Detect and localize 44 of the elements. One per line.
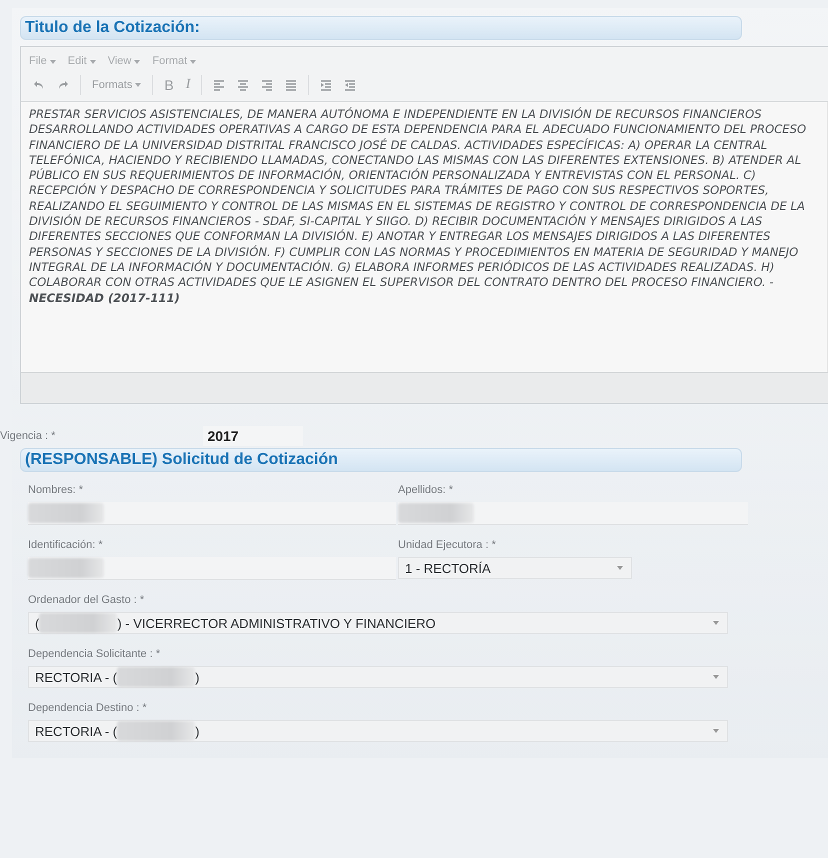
bold-button[interactable]: B <box>160 75 178 95</box>
select-field[interactable]: 1 - RECTORÍA <box>398 557 632 579</box>
rich-text-editor[interactable] <box>20 46 828 404</box>
caret-icon <box>90 60 96 64</box>
field-label: Apellidos: * <box>398 484 454 496</box>
field-label: Dependencia Destino : * <box>28 702 148 714</box>
menu-item[interactable]: File <box>29 55 56 67</box>
field-label: Ordenador del Gasto : * <box>28 594 146 606</box>
align-left-icon <box>213 79 226 91</box>
undo-icon <box>33 79 45 91</box>
field-label: Vigencia : * <box>0 430 56 442</box>
align-center-icon <box>237 79 250 91</box>
caret-icon <box>190 60 196 64</box>
menu-item[interactable]: View <box>108 55 140 67</box>
text-field[interactable] <box>398 502 748 525</box>
field-label: Unidad Ejecutora : * <box>398 539 497 551</box>
outdent-icon <box>320 79 332 91</box>
field-label: Nombres: * <box>28 484 84 496</box>
indent-icon <box>344 79 356 91</box>
justify-icon <box>285 79 298 91</box>
italic-button[interactable]: I <box>182 75 194 95</box>
caret-icon <box>713 621 719 625</box>
text-field[interactable] <box>28 502 396 525</box>
caret-icon <box>134 60 140 64</box>
select-field[interactable]: RECTORIA - ( ) <box>28 720 728 742</box>
redo-icon <box>57 79 69 91</box>
text-field[interactable] <box>28 557 396 580</box>
section-heading: (RESPONSABLE) Solicitud de Cotización <box>20 448 742 472</box>
align-right-icon <box>261 79 274 91</box>
select-field[interactable]: RECTORIA - ( ) <box>28 666 728 688</box>
year-field[interactable]: 2017 <box>203 426 304 446</box>
select-field[interactable]: ( ) - VICERRECTOR ADMINISTRATIVO Y FINANCIERO <box>28 612 728 634</box>
caret-icon <box>50 60 56 64</box>
field-label: Dependencia Solicitante : * <box>28 648 162 660</box>
caret-icon <box>135 83 142 87</box>
caret-icon <box>713 729 719 733</box>
menu-item[interactable]: Edit <box>68 55 96 67</box>
menu-item[interactable]: Format <box>152 55 196 67</box>
editor-text: PRESTAR SERVICIOS ASISTENCIALES, DE MANERA AUTÓNOMA E INDEPENDIENTE EN LA DIVISIÓN DE RECURSOS FINANCIEROS DESARROLLANDO ACTIVIDADES OPERATIVAS A CARGO DE ESTA DEPENDENCIA PARA EL ADECUADO FUNCIONAMIENTO DEL PROCESO FINANCIERO DE LA UNIVERSIDAD DISTRITAL FRANCISCO JOSÉ DE CALDAS. ACTIVIDADES ESPECÍFICAS: A) OPERAR LA CENTRAL TELEFÓNICA, HACIENDO Y RECIBIENDO LLAMADAS, CONECTANDO LAS MISMAS CON LAS DIFERENTES EXTENSIONES. B) ATENDER AL PÚBLICO EN SUS REQUERIMIENTOS DE INFORMACIÓN, ORIENTACIÓN PERSONALIZADA Y ENTREVISTAS CON EL PERSONAL. C) RECEPCIÓN Y DESPACHO DE CORRESPONDENCIA Y SOLICITUDES PARA TRÁMITES DE PAGO CON SUS RESPECTIVOS SOPORTES, REALIZANDO EL SEGUIMIENTO Y CONTROL DE LAS MISMAS EN EL SISTEMAS DE REGISTRO Y CONTROL DE CORRESPONDENCIA DE LA DIVISIÓN DE RECURSOS FINANCIEROS - SDAF, SI-CAPITAL Y SIIGO. D) RECIBIR DOCUMENTACIÓN Y MENSAJES DIRIGIDOS A LAS DIFERENTES SECCIONES QUE CONFORMAN LA DIVISIÓN. E) ANOTAR Y ENTREGAR LOS MENSAJES DIRIGIDOS A LAS DIFERENTES PERSONAS Y SECCIONES DE LA DIVISIÓN. F) CUMPLIR CON LAS NORMAS Y PROCEDIMIENTOS EN MATERIA DE SEGURIDAD Y MANEJO INTEGRAL DE LA INFORMACIÓN Y DOCUMENTACIÓN. G) ELABORA INFORMES PERIÓDICOS DE LAS ACTIVIDADES REALIZADAS. H) COLABORAR CON OTRAS ACTIVIDADES QUE LE ASIGNEN EL SUPERVISOR DEL CONTRATO DENTRO DEL PROCESO FINANCIERO. - NECESIDAD (2017-111) <box>28 106 808 307</box>
section-heading: Titulo de la Cotización: <box>20 16 742 40</box>
caret-icon <box>713 675 719 679</box>
formats-dropdown[interactable]: Formats <box>88 75 146 95</box>
caret-icon <box>617 566 623 570</box>
field-label: Identificación: * <box>28 539 104 551</box>
